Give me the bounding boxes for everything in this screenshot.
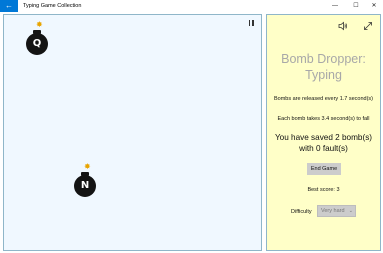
maximize-button[interactable]: ☐ <box>347 0 365 12</box>
fullscreen-button[interactable] <box>363 18 373 30</box>
speaker-icon <box>338 21 347 31</box>
difficulty-label: Difficulty <box>291 209 312 215</box>
pause-icon-bar <box>252 20 254 26</box>
pause-icon <box>249 20 251 26</box>
best-score-text: Best score: 3 <box>307 187 340 193</box>
back-button[interactable]: ← <box>0 0 18 12</box>
side-panel: Bomb Dropper: Typing Bombs are released … <box>266 14 381 251</box>
end-game-button[interactable]: End Game <box>307 163 341 175</box>
sound-button[interactable] <box>338 18 348 31</box>
bomb: ✸ N <box>72 162 98 198</box>
difficulty-value: Very hard <box>321 208 345 214</box>
release-rate-text: Bombs are released every 1.7 second(s) <box>273 96 374 102</box>
saved-status-text: You have saved 2 bomb(s) with 0 fault(s) <box>274 133 373 153</box>
title-bar: ← Typing Game Collection — ☐ ✕ <box>0 0 383 12</box>
arrow-left-icon: ← <box>5 1 13 10</box>
close-button[interactable]: ✕ <box>365 0 383 12</box>
panel-title: Bomb Dropper: Typing <box>281 52 366 82</box>
spark-icon: ✸ <box>84 162 91 171</box>
expand-icon <box>364 22 372 30</box>
close-icon: ✕ <box>371 3 377 9</box>
chevron-down-icon: ⌄ <box>348 208 353 214</box>
app-title: Typing Game Collection <box>23 3 82 9</box>
bomb-letter: N <box>80 180 90 191</box>
minimize-icon: — <box>332 3 338 9</box>
spark-icon: ✸ <box>36 20 43 29</box>
maximize-icon: ☐ <box>353 3 359 9</box>
game-area[interactable]: ✸ Q ✸ N <box>3 14 262 251</box>
app-window: ← Typing Game Collection — ☐ ✕ ✸ Q ✸ N B… <box>0 0 383 253</box>
bomb: ✸ Q <box>24 20 50 56</box>
pause-button[interactable] <box>247 18 256 28</box>
difficulty-select[interactable]: Very hard ⌄ <box>317 205 356 217</box>
fall-time-text: Each bomb takes 3.4 second(s) to fall <box>277 116 370 122</box>
bomb-letter: Q <box>32 38 42 49</box>
minimize-button[interactable]: — <box>326 0 344 12</box>
